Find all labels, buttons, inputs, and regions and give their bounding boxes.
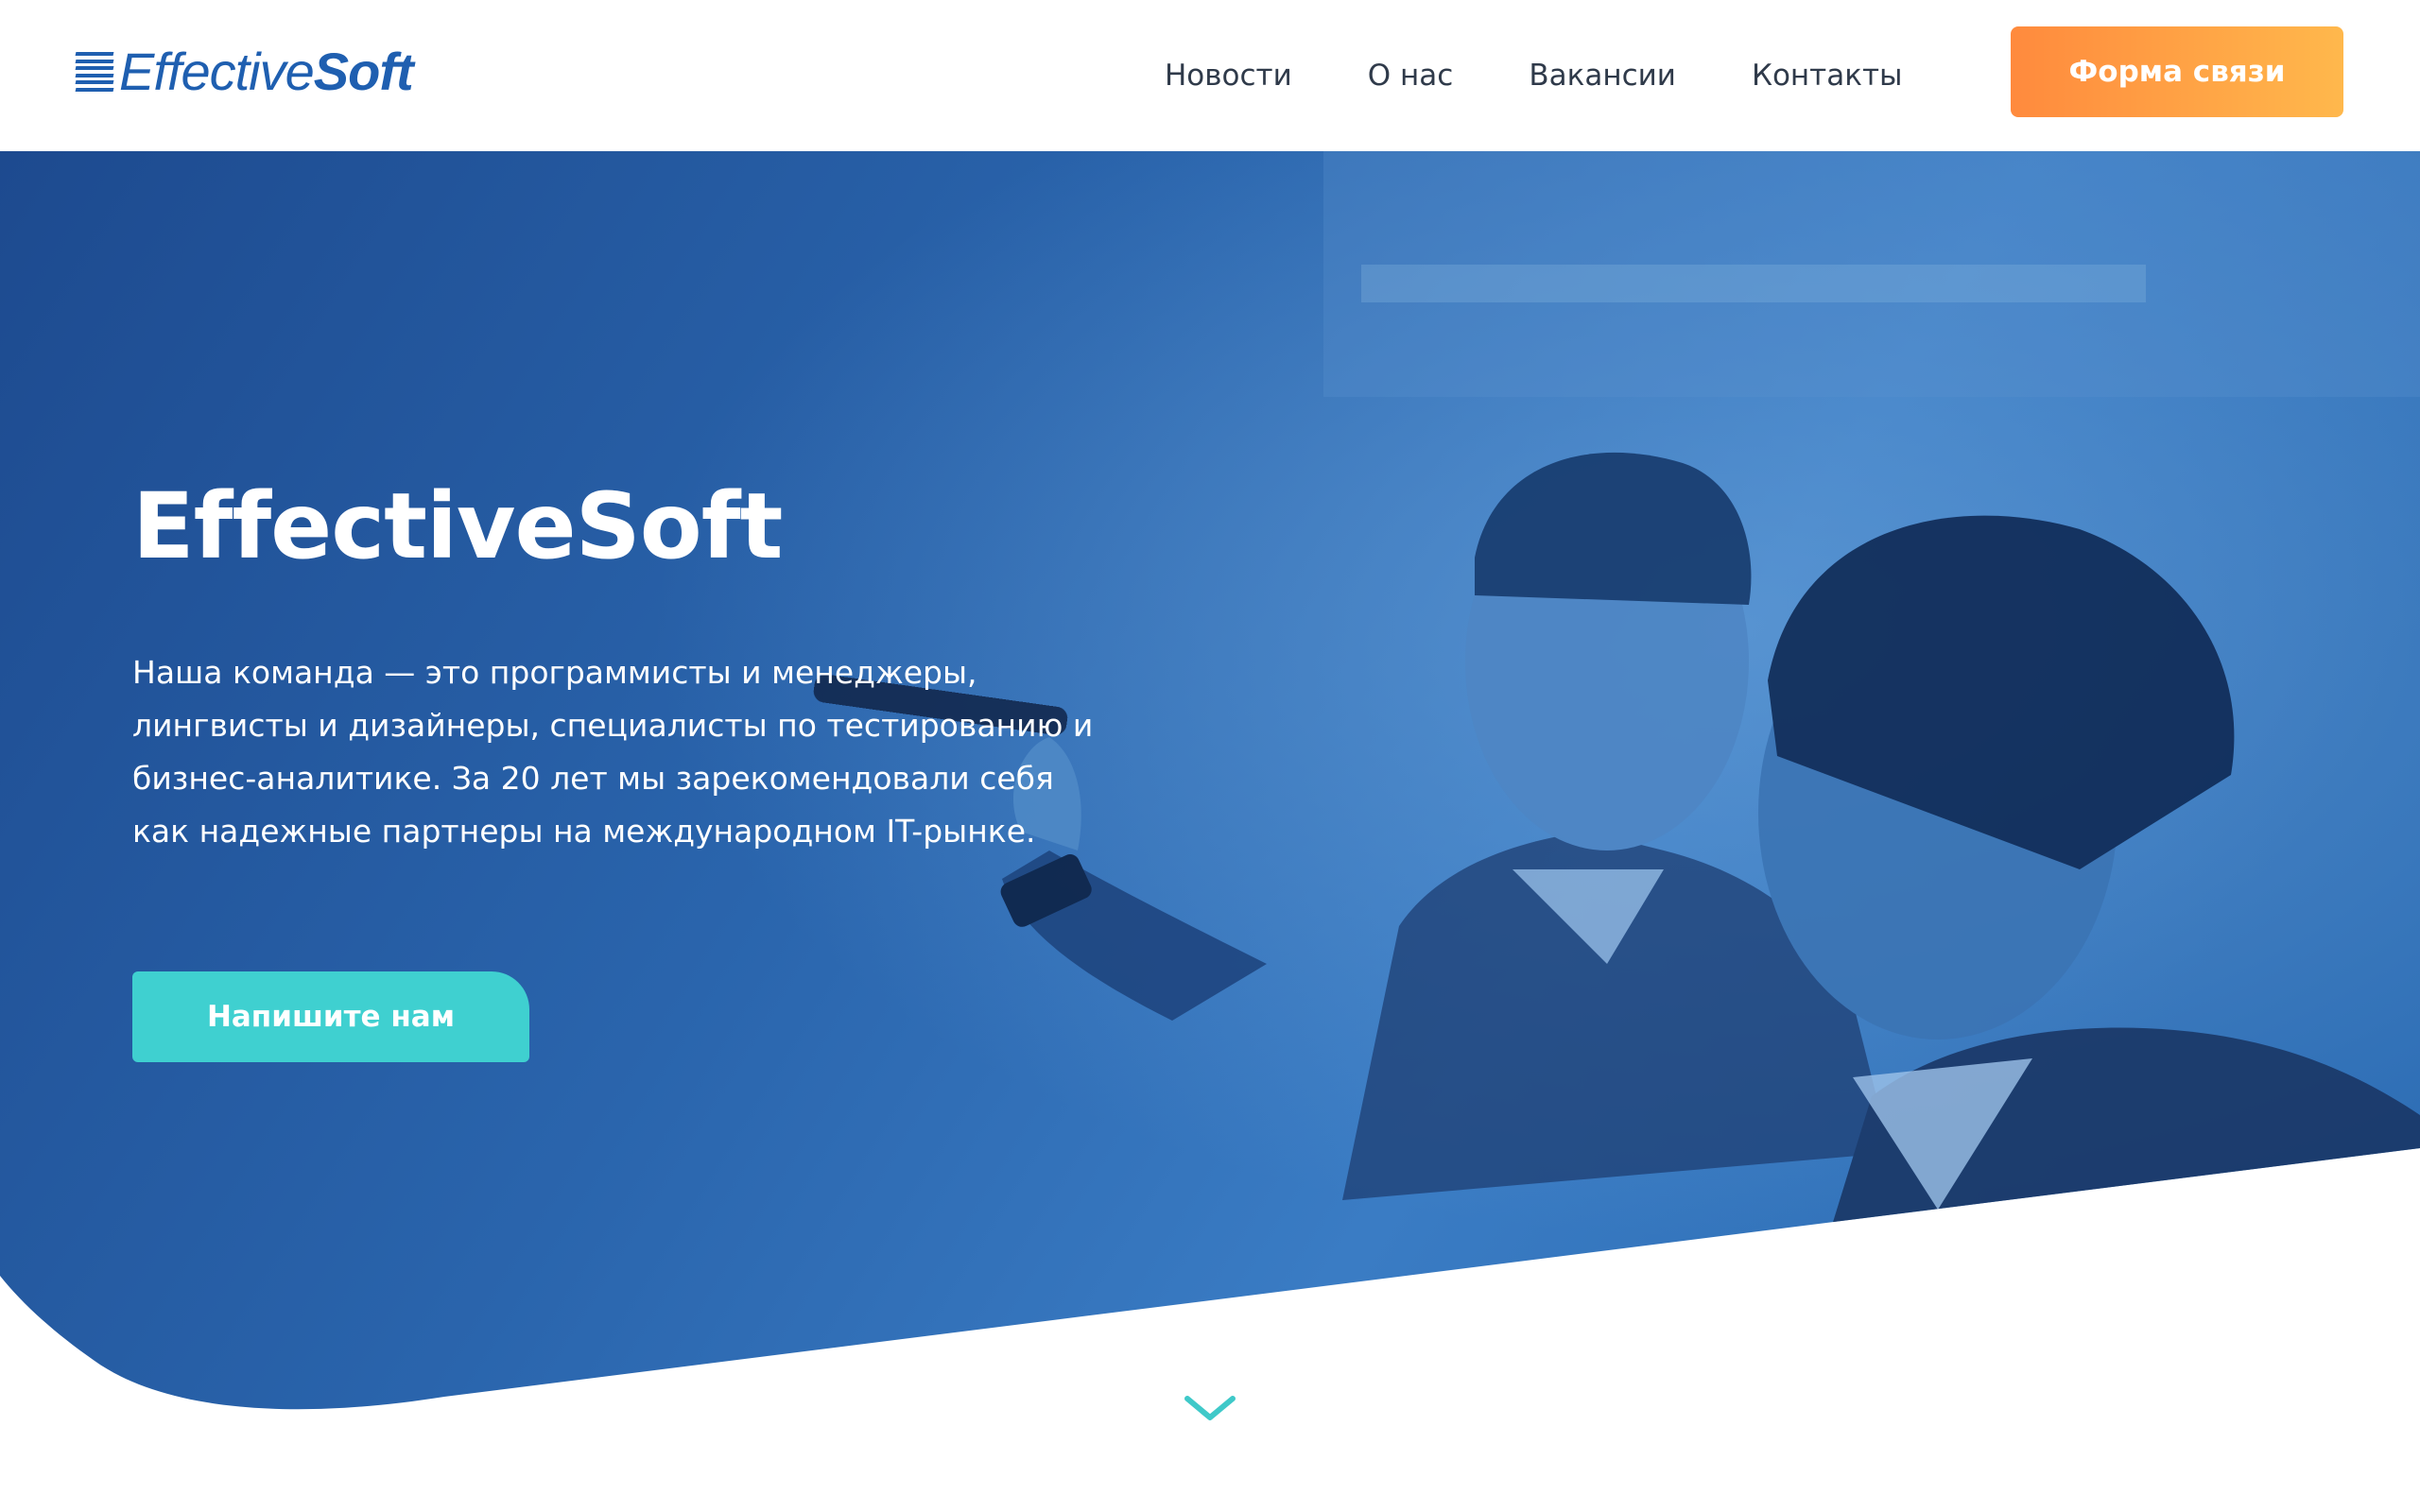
hero-title: EffectiveSoft [132, 473, 783, 579]
logo-text-effective: Effective [119, 42, 315, 101]
logo-text-soft: Soft [313, 42, 414, 101]
hero-description: Наша команда — это программисты и менедж… [132, 654, 1094, 850]
logo-text: EffectiveSoft [119, 42, 414, 101]
nav-link-vacancies[interactable]: Вакансии [1529, 55, 1676, 96]
nav-link-contacts[interactable]: Контакты [1752, 55, 1903, 96]
site-header: EffectiveSoft Новости О нас Вакансии Кон… [0, 0, 2420, 151]
logo-lines-icon [75, 52, 114, 92]
write-us-button[interactable]: Напишите нам [132, 971, 529, 1062]
contact-form-button[interactable]: Форма связи [2011, 26, 2343, 117]
nav-link-news[interactable]: Новости [1165, 55, 1292, 96]
hero-section: EffectiveSoft Наша команда — это програм… [0, 151, 2420, 1512]
page: EffectiveSoft Новости О нас Вакансии Кон… [0, 0, 2420, 1512]
logo[interactable]: EffectiveSoft [75, 42, 414, 102]
main-nav: Новости О нас Вакансии Контакты [1165, 55, 1903, 96]
chevron-down-icon[interactable] [1180, 1389, 1240, 1427]
nav-link-about[interactable]: О нас [1368, 55, 1454, 96]
